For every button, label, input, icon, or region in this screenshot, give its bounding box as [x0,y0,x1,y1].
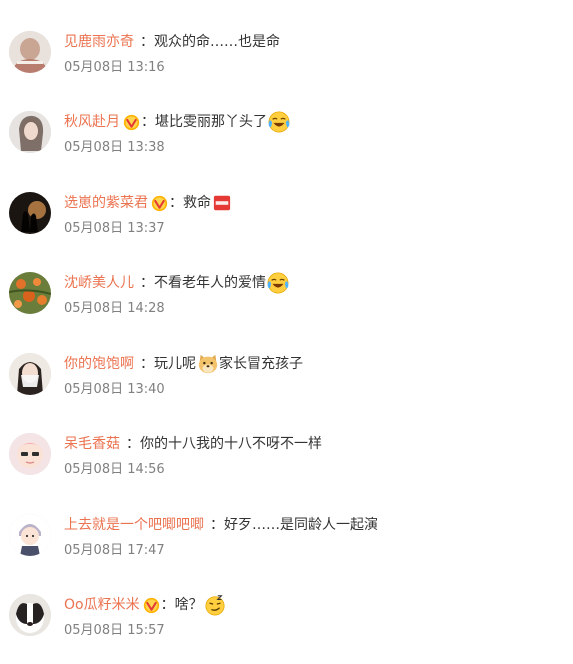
username-link[interactable]: 秋风赴月 [64,111,120,133]
smirk-emoji-icon [204,594,226,616]
laugh-cry-emoji-icon [268,111,290,133]
timestamp: 05月08日 17:47 [64,543,165,558]
avatar[interactable] [9,31,51,73]
avatar[interactable] [9,594,51,636]
comment-item: 上去就是一个吧唧吧唧 ： 好歹……是同龄人一起演 05月08日 17:47 [0,514,573,584]
comment-text: 不看老年人的爱情 [154,275,266,291]
timestamp: 05月08日 14:56 [64,462,165,477]
colon-separator: ： [140,34,154,50]
comment-item: 你的饱饱啊 ： 玩儿呢 家长冒充孩子 05月08日 13:40 [0,353,573,423]
comment-item: 选崽的紫菜君 ： 救命 05月08日 13:37 [0,192,573,262]
timestamp: 05月08日 14:28 [64,301,165,316]
username-link[interactable]: 呆毛香菇 [64,433,120,455]
avatar[interactable] [9,111,51,153]
timestamp: 05月08日 13:38 [64,140,165,155]
colon-separator: ： [160,597,175,613]
avatar[interactable] [9,514,51,556]
username-link[interactable]: 见鹿雨亦奇 [64,31,134,53]
timestamp: 05月08日 13:40 [64,382,165,397]
username-link[interactable]: 你的饱饱啊 [64,353,134,375]
username-link[interactable]: 上去就是一个吧唧吧唧 [64,514,204,536]
timestamp: 05月08日 13:16 [64,60,165,75]
colon-separator: ： [141,114,155,130]
avatar[interactable] [9,272,51,314]
comment-text: 啥？ [174,597,203,613]
comment-text: 堪比雯丽那丫头了 [155,114,267,130]
colon-separator: ： [140,356,154,372]
colon-separator: ： [210,517,224,533]
comment-list: 见鹿雨亦奇 ： 观众的命……也是命 05月08日 13:16 秋风赴月 ： 堪比… [0,0,573,640]
comment-item: 呆毛香菇 ： 你的十八我的十八不呀不一样 05月08日 14:56 [0,433,573,503]
comment-text: 观众的命……也是命 [154,34,280,50]
avatar[interactable] [9,433,51,475]
vip-badge-icon [151,195,168,212]
comment-text-after: 家长冒充孩子 [219,356,303,372]
comment-text: 你的十八我的十八不呀不一样 [140,436,322,452]
comment-item: 秋风赴月 ： 堪比雯丽那丫头了 05月08日 13:38 [0,111,573,181]
timestamp: 05月08日 15:57 [64,623,165,638]
avatar[interactable] [9,192,51,234]
avatar[interactable] [9,353,51,395]
comment-item: 沈峤美人儿 ： 不看老年人的爱情 05月08日 14:28 [0,272,573,342]
sos-emoji-icon [213,194,231,212]
colon-separator: ： [140,275,154,291]
vip-badge-icon [123,114,140,131]
username-link[interactable]: 沈峤美人儿 [64,272,134,294]
comment-text: 好歹……是同龄人一起演 [224,517,378,533]
comment-item: Oo瓜籽米米 ： 啥？ 05月08日 15:57 [0,594,573,664]
username-link[interactable]: Oo瓜籽米米 [64,594,140,616]
comment-item: 见鹿雨亦奇 ： 观众的命……也是命 05月08日 13:16 [0,31,573,101]
laugh-cry-emoji-icon [267,272,289,294]
doge-emoji-icon [197,353,219,375]
timestamp: 05月08日 13:37 [64,221,165,236]
colon-separator: ： [126,436,140,452]
username-link[interactable]: 选崽的紫菜君 [64,192,148,214]
comment-text: 救命 [183,195,211,211]
vip-badge-icon [143,597,160,614]
colon-separator: ： [169,195,183,211]
comment-text-before: 玩儿呢 [154,356,196,372]
